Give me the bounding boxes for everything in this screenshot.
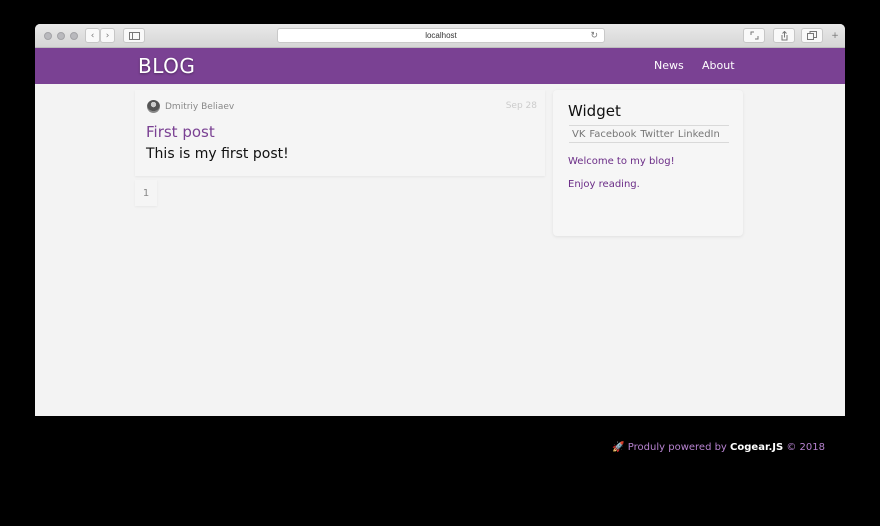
minimize-window-icon[interactable]	[57, 32, 65, 40]
sidebar-toggle-button[interactable]	[123, 28, 145, 43]
tabs-icon	[807, 31, 817, 40]
close-window-icon[interactable]	[44, 32, 52, 40]
footer-copyright: © 2018	[786, 442, 825, 453]
post-body: This is my first post!	[146, 146, 289, 162]
nav-link-news[interactable]: News	[654, 59, 684, 72]
sidebar-widget: Widget VK Facebook Twitter LinkedIn Welc…	[553, 90, 743, 236]
share-icon	[781, 30, 787, 40]
browser-toolbar: ‹ › localhost ↻ +	[35, 24, 845, 48]
share-button[interactable]	[773, 28, 795, 43]
social-link-vk[interactable]: VK	[572, 129, 585, 140]
forward-button[interactable]: ›	[100, 28, 115, 43]
browser-window: ‹ › localhost ↻ + BLOG News About Dmitri…	[35, 24, 845, 416]
post-card: Dmitriy Beliaev Sep 28 First post This i…	[135, 90, 545, 176]
social-link-facebook[interactable]: Facebook	[589, 129, 636, 140]
pagination-page-1[interactable]: 1	[135, 180, 157, 206]
site-navbar: BLOG News About	[35, 48, 845, 84]
sidebar-icon	[128, 31, 140, 40]
address-bar[interactable]: localhost ↻	[277, 28, 605, 43]
chevron-right-icon: ›	[105, 30, 110, 41]
rocket-icon: 🚀	[612, 442, 625, 453]
post-date: Sep 28	[505, 101, 537, 111]
web-page: BLOG News About Dmitriy Beliaev Sep 28 F…	[35, 48, 845, 416]
plus-icon: +	[831, 30, 839, 41]
footer-brand-link[interactable]: Cogear.JS	[730, 442, 783, 453]
widget-enjoy-text: Enjoy reading.	[568, 179, 640, 190]
social-link-twitter[interactable]: Twitter	[640, 129, 674, 140]
site-footer: 🚀 Produly powered by Cogear.JS © 2018	[612, 442, 825, 453]
back-button[interactable]: ‹	[85, 28, 100, 43]
nav-link-about[interactable]: About	[702, 59, 735, 72]
widget-welcome-text: Welcome to my blog!	[568, 156, 675, 167]
social-links: VK Facebook Twitter LinkedIn	[569, 125, 729, 143]
url-text: localhost	[425, 31, 457, 40]
post-title[interactable]: First post	[146, 123, 215, 141]
maximize-window-icon[interactable]	[70, 32, 78, 40]
social-link-linkedin[interactable]: LinkedIn	[678, 129, 720, 140]
post-author[interactable]: Dmitriy Beliaev	[165, 102, 234, 112]
widget-title: Widget	[568, 102, 621, 120]
chevron-left-icon: ‹	[90, 30, 95, 41]
site-logo[interactable]: BLOG	[138, 54, 195, 78]
author-avatar[interactable]	[147, 100, 160, 113]
tabs-button[interactable]	[801, 28, 823, 43]
reader-button[interactable]	[743, 28, 765, 43]
reload-icon[interactable]: ↻	[590, 30, 598, 41]
new-tab-button[interactable]: +	[828, 28, 842, 43]
expand-icon	[750, 31, 758, 40]
footer-prefix: Produly powered by	[627, 442, 727, 453]
